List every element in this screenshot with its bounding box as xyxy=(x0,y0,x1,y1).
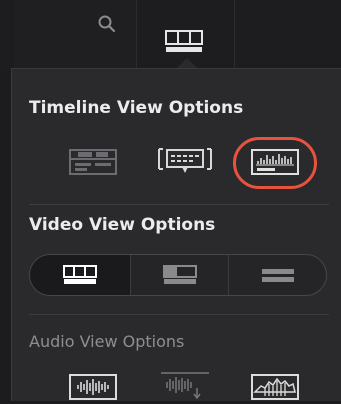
thumbnail-view-icon xyxy=(131,255,229,295)
toolbar xyxy=(0,0,341,70)
segment-filmstrip[interactable] xyxy=(30,255,130,295)
timeline-view-options-icon[interactable] xyxy=(165,30,203,58)
highlight-ring xyxy=(233,137,317,189)
audio-view-options-title: Audio View Options xyxy=(29,332,185,351)
segment-continuous[interactable] xyxy=(228,255,326,295)
filmstrip-view-icon xyxy=(30,255,130,295)
video-view-segmented-control xyxy=(29,254,327,296)
video-view-options-title: Video View Options xyxy=(29,215,216,235)
waveform-expand-icon[interactable] xyxy=(159,370,211,404)
segment-thumbnail[interactable] xyxy=(130,255,229,295)
timeline-view-options-title: Timeline View Options xyxy=(29,98,244,118)
continuous-view-icon xyxy=(229,255,326,295)
search-icon[interactable] xyxy=(97,14,117,38)
stacked-timelines-icon[interactable] xyxy=(69,149,117,179)
divider xyxy=(29,204,329,205)
divider xyxy=(29,314,329,315)
subtitle-track-icon[interactable] xyxy=(156,146,214,180)
